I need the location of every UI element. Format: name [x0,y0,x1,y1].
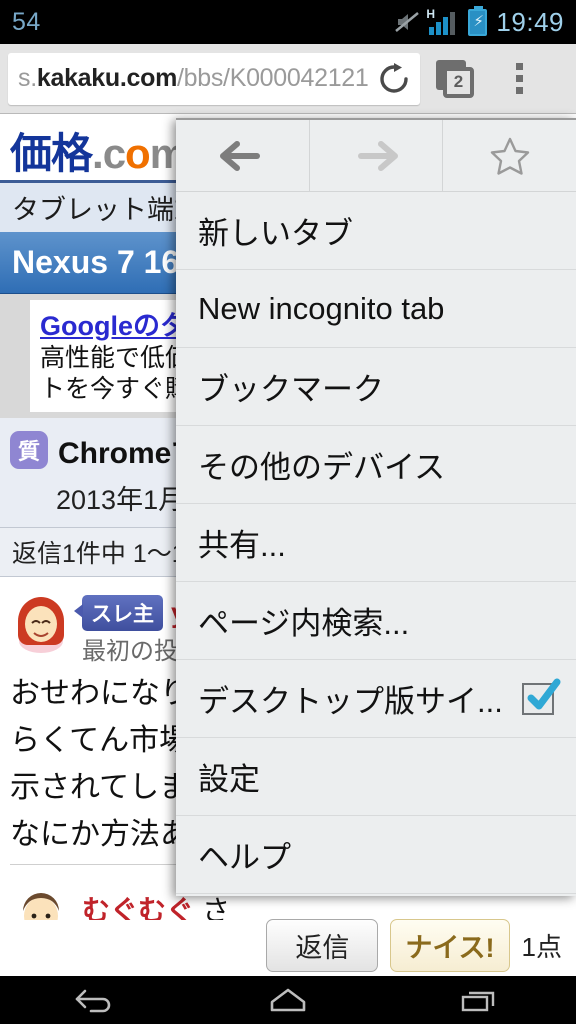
mute-icon [394,9,420,35]
back-nav-icon[interactable] [61,980,131,1020]
status-bar: 54 H ⚡ 19:49 [0,0,576,44]
menu-item-label: ページ内検索... [198,606,410,641]
menu-item-new-tab[interactable]: 新しいタブ [176,192,576,270]
menu-item-request-desktop-site[interactable]: デスクトップ版サイ... [176,660,576,738]
overflow-menu-icon[interactable] [490,44,548,114]
logo-o: o [125,129,151,177]
clock: 19:49 [496,6,564,37]
reload-icon[interactable] [378,62,410,95]
menu-forward-button[interactable] [310,120,444,191]
chrome-overflow-menu: 新しいタブ New incognito tab ブックマーク その他のデバイス … [176,118,576,896]
desktop-site-checkbox[interactable] [522,678,561,715]
avatar-red-hair-icon [10,591,72,653]
home-nav-icon[interactable] [253,980,323,1020]
post-actions: 返信 ナイス! 1点 [0,918,576,976]
tab-switcher-button[interactable]: 2 [420,44,490,114]
forward-arrow-icon [353,136,399,176]
status-left-text: 54 [12,7,41,36]
url-bar[interactable]: s.kakaku.com/bbs/K000042121 [8,52,420,105]
menu-item-label: 設定 [198,762,260,797]
browser-toolbar: s.kakaku.com/bbs/K000042121 2 [0,44,576,114]
url-prefix: s. [18,64,37,92]
nice-points: 1点 [521,931,562,962]
menu-item-settings[interactable]: 設定 [176,738,576,816]
menu-item-help[interactable]: ヘルプ [176,816,576,894]
menu-item-other-devices[interactable]: その他のデバイス [176,426,576,504]
menu-item-new-incognito-tab[interactable]: New incognito tab [176,270,576,348]
nice-button[interactable]: ナイス! [390,918,510,972]
tab-stack-icon: 2 [436,59,474,98]
menu-item-label: New incognito tab [198,290,445,326]
menu-item-label: 共有... [198,528,286,563]
logo-c: c [102,129,126,177]
battery-charging-icon: ⚡ [468,5,488,36]
thread-owner-badge: スレ主 [74,595,163,631]
signal-h-icon: H [426,7,459,35]
url-path: /bbs/K000042121 [177,64,369,92]
logo-dot: . [92,129,104,177]
menu-item-share[interactable]: 共有... [176,504,576,582]
menu-back-button[interactable] [176,120,310,191]
tab-count: 2 [443,66,474,98]
phone-screen: 54 H ⚡ 19:49 s.kakaku.com/bbs/K000042121 [0,0,576,1024]
menu-item-label: 新しいタブ [198,216,353,251]
menu-bookmark-button[interactable] [443,120,576,191]
status-icons: H ⚡ 19:49 [394,5,564,38]
kakaku-logo: 価格.com [10,120,187,181]
logo-kanji: 価格 [10,129,93,177]
menu-item-label: その他のデバイス [198,450,446,485]
url-text: s.kakaku.com/bbs/K000042121 [18,64,369,93]
menu-item-find-in-page[interactable]: ページ内検索... [176,582,576,660]
back-arrow-icon [219,136,265,176]
star-outline-icon [488,135,532,177]
menu-nav-row [176,120,576,192]
menu-item-bookmarks[interactable]: ブックマーク [176,348,576,426]
menu-item-label: ヘルプ [198,840,291,875]
recents-nav-icon[interactable] [445,980,515,1020]
reply-button[interactable]: 返信 [266,918,379,972]
question-badge-icon: 質 [10,431,48,469]
menu-item-label: ブックマーク [198,372,384,407]
url-domain: kakaku.com [36,64,177,92]
system-navigation-bar [0,976,576,1024]
menu-item-label: デスクトップ版サイ... [198,684,503,719]
